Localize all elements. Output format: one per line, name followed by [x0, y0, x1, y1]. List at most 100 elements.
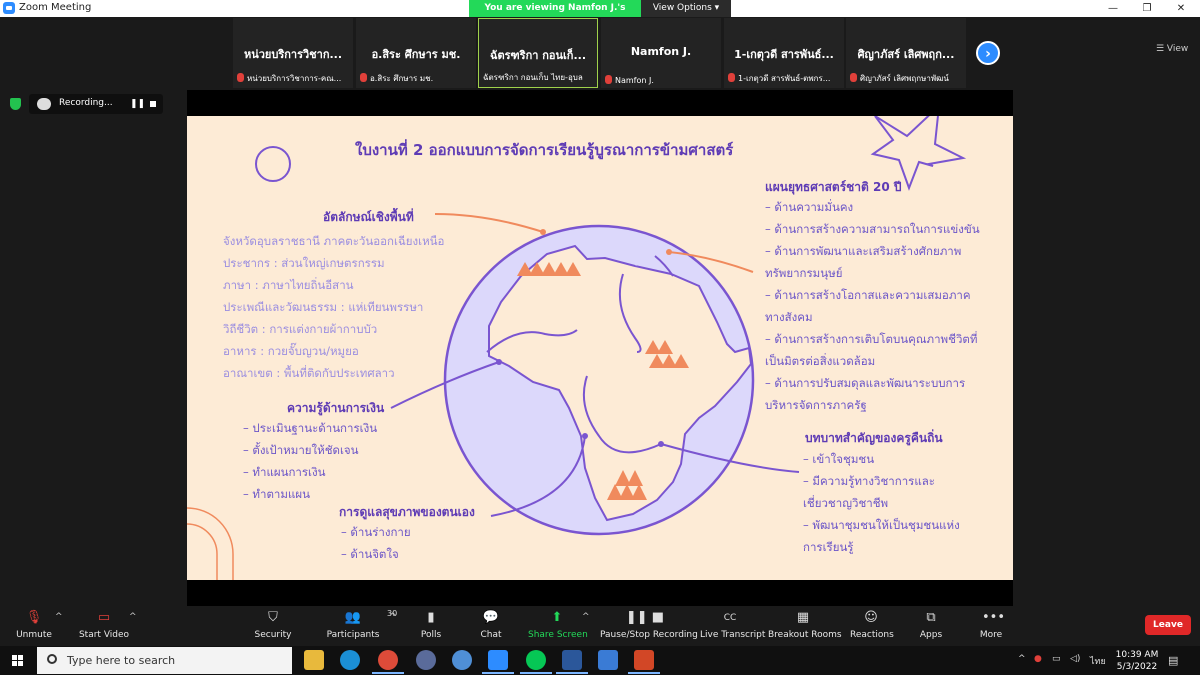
- leave-button[interactable]: Leave: [1145, 615, 1191, 635]
- pause-recording-icon[interactable]: ❚❚: [130, 99, 145, 109]
- windows-start-button[interactable]: [12, 655, 24, 667]
- edge-browser-icon[interactable]: [340, 650, 360, 670]
- participant-tile[interactable]: Namfon J. Namfon J.: [601, 18, 721, 88]
- participant-name: Namfon J.: [630, 45, 692, 58]
- start-video-button[interactable]: ▭ Start Video: [76, 606, 132, 646]
- view-options-button[interactable]: View Options ▾: [641, 0, 731, 17]
- pause-stop-recording-button[interactable]: ❚❚ ■ Pause/Stop Recording: [600, 606, 698, 646]
- health-line: – ด้านร่างกาย: [341, 525, 411, 539]
- action-center-icon[interactable]: ▤: [1168, 654, 1178, 667]
- breakout-rooms-icon: ▦: [796, 610, 810, 625]
- audio-options-caret[interactable]: ^: [55, 612, 63, 622]
- video-options-caret[interactable]: ^: [129, 612, 137, 622]
- line-app-icon[interactable]: [520, 650, 552, 674]
- recording-label: Recording...: [59, 98, 113, 108]
- strategy-line: – ด้านความมั่นคง: [765, 200, 854, 214]
- participant-gallery: หน่วยบริการวิชาก... หน่วยบริการวิชาการ-ค…: [0, 17, 1200, 89]
- network-icon[interactable]: ▭: [1052, 654, 1061, 664]
- globe-app-icon[interactable]: [452, 650, 472, 670]
- connector-line: [434, 213, 544, 233]
- share-options-caret[interactable]: ^: [582, 612, 590, 622]
- show-hidden-icons-chevron[interactable]: ^: [1018, 654, 1026, 664]
- participant-name: 1-เกตุวดี สารพันธ์...: [734, 48, 834, 61]
- chevron-right-icon: ›: [985, 46, 991, 62]
- muted-mic-icon: [850, 73, 857, 82]
- chrome-browser-icon[interactable]: [372, 650, 404, 674]
- pause-stop-icon: ❚❚ ■: [625, 610, 665, 625]
- participant-tile-active-speaker[interactable]: ฉัตรฑริกา กอนเก็... ฉัตรฑริกา กอนเก็บ ไท…: [478, 18, 598, 88]
- decorative-arc: [187, 523, 218, 580]
- taskbar-search-box[interactable]: Type here to search: [37, 647, 292, 674]
- zoom-meeting-window: Zoom Meeting — ❐ ✕ You are viewing Namfo…: [0, 0, 1200, 675]
- chat-label: Chat: [480, 630, 502, 640]
- file-explorer-icon[interactable]: [304, 650, 324, 670]
- participant-tile[interactable]: อ.สิระ ศึกษาร มช. อ.สิระ ศึกษาร มช.: [356, 18, 476, 88]
- more-button[interactable]: ••• More: [976, 606, 1006, 646]
- muted-mic-icon: [360, 73, 367, 82]
- more-dots-icon: •••: [982, 610, 1006, 625]
- strategy-line: – ด้านการปรับสมดุลและพัฒนาระบบการ: [765, 376, 966, 390]
- powerpoint-app-icon[interactable]: [628, 650, 660, 674]
- participant-label-text: 1-เกตุวดี สารพันธ์-ตพกร...: [738, 74, 831, 83]
- system-clock[interactable]: 10:39 AM 5/3/2022: [1112, 649, 1162, 673]
- local-identity-line: จังหวัดอุบลราชธานี ภาคตะวันออกเฉียงเหนือ: [223, 234, 445, 248]
- reactions-label: Reactions: [850, 630, 894, 640]
- live-transcript-label: Live Transcript: [700, 630, 766, 640]
- viewing-screen-label: You are viewing Namfon J.'s screen: [469, 0, 641, 30]
- teacher-role-heading: บทบาทสำคัญของครูคืนถิ่น: [805, 431, 943, 445]
- participant-tile[interactable]: 1-เกตุวดี สารพันธ์... 1-เกตุวดี สารพันธ์…: [724, 18, 844, 88]
- clock-date: 5/3/2022: [1116, 662, 1158, 672]
- finance-heading: ความรู้ด้านการเงิน: [287, 401, 385, 415]
- app-icon[interactable]: [416, 650, 436, 670]
- search-icon: [47, 654, 57, 664]
- strategy-line: – ด้านการพัฒนาและเสริมสร้างศักยภาพ: [765, 244, 962, 258]
- breakout-rooms-button[interactable]: ▦ Breakout Rooms: [768, 606, 842, 646]
- share-screen-button[interactable]: ⬆ Share Screen: [528, 606, 588, 646]
- word-app-icon[interactable]: [556, 650, 588, 674]
- gallery-next-page-button[interactable]: ›: [976, 41, 1000, 65]
- photos-app-icon[interactable]: [598, 650, 618, 670]
- notification-tray-icon[interactable]: ●: [1034, 654, 1042, 664]
- finance-line: – ประเมินฐานะด้านการเงิน: [243, 421, 378, 435]
- participant-name: หน่วยบริการวิชาก...: [243, 48, 343, 61]
- live-transcript-button[interactable]: CC Live Transcript: [700, 606, 766, 646]
- local-identity-line: ภาษา : ภาษาไทยถิ่นอีสาน: [223, 278, 354, 292]
- participant-label-text: ศิญาภัสร์ เลิศพฤกษาพัฒน์: [860, 74, 949, 83]
- connector-dot: [658, 441, 664, 447]
- participants-icon: 👥: [344, 610, 362, 625]
- security-button[interactable]: ⛉ Security: [252, 606, 294, 646]
- participant-tile[interactable]: ศิญาภัสร์ เลิศพฤก... ศิญาภัสร์ เลิศพฤกษา…: [846, 18, 966, 88]
- participant-label-text: อ.สิระ ศึกษาร มช.: [370, 74, 434, 83]
- input-language[interactable]: ไทย: [1090, 654, 1106, 668]
- teacher-role-line: เชี่ยวชาญวิชาชีพ: [803, 496, 889, 510]
- polls-button[interactable]: ▮ Polls: [416, 606, 446, 646]
- apps-button[interactable]: ⧉ Apps: [916, 606, 946, 646]
- cc-icon: CC: [723, 613, 737, 623]
- zoom-app-icon[interactable]: [482, 650, 514, 674]
- shared-slide: ใบงานที่ 2 ออกแบบการจัดการเรียนรู้บูรณาก…: [187, 116, 1013, 580]
- strategy-heading: แผนยุทธศาสตร์ชาติ 20 ปี: [765, 180, 902, 194]
- local-identity-heading: อัตลักษณ์เชิงพื้นที่: [323, 210, 414, 224]
- participant-label-text: ฉัตรฑริกา กอนเก็บ ไทย-อุบล: [483, 73, 583, 82]
- pause-stop-recording-label: Pause/Stop Recording: [600, 630, 698, 640]
- participants-options-caret[interactable]: ^: [389, 612, 397, 622]
- view-layout-button[interactable]: ☰ View: [1156, 44, 1188, 54]
- minimize-button[interactable]: —: [1096, 0, 1130, 17]
- participants-button[interactable]: 👥 30 Participants: [325, 606, 398, 646]
- close-button[interactable]: ✕: [1164, 0, 1198, 17]
- local-identity-line: วิถีชีวิต : การแต่งกายผ้ากาบบัว: [223, 322, 378, 336]
- connector-dot: [496, 359, 502, 365]
- health-heading: การดูแลสุขภาพของตนเอง: [339, 505, 475, 519]
- encryption-shield-icon: [10, 98, 21, 110]
- reactions-button[interactable]: ☺ Reactions: [850, 606, 894, 646]
- participant-tile[interactable]: หน่วยบริการวิชาก... หน่วยบริการวิชาการ-ค…: [233, 18, 353, 88]
- volume-icon[interactable]: ◁): [1070, 654, 1080, 664]
- share-screen-label: Share Screen: [528, 630, 588, 640]
- strategy-line: – ด้านการสร้างความสามารถในการแข่งขัน: [765, 222, 980, 236]
- chat-button[interactable]: 💬 Chat: [476, 606, 506, 646]
- maximize-button[interactable]: ❐: [1130, 0, 1164, 17]
- unmute-button[interactable]: 🎙 Unmute: [12, 606, 56, 646]
- stop-recording-icon[interactable]: [150, 101, 156, 107]
- participant-label-text: หน่วยบริการวิชาการ-คณ...: [247, 74, 342, 83]
- participant-label: ฉัตรฑริกา กอนเก็บ ไทย-อุบล: [483, 71, 595, 84]
